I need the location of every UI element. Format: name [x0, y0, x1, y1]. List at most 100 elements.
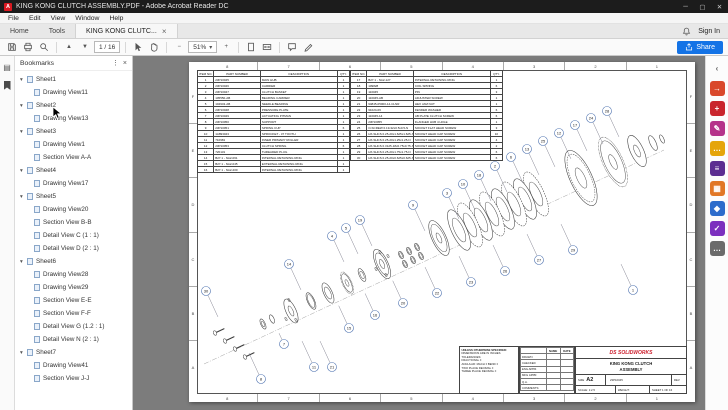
zoom-out-icon[interactable]: − [172, 40, 186, 54]
fit-width-icon[interactable] [260, 40, 274, 54]
edit-pdf-tool[interactable]: ✎ [709, 121, 725, 136]
chevron-down-icon[interactable]: ▾ [20, 103, 27, 109]
close-button[interactable]: ✕ [711, 0, 728, 13]
bookmark-view-item[interactable]: Drawing View28 [15, 268, 132, 281]
notification-bell-icon[interactable] [682, 27, 691, 36]
zoom-in-icon[interactable]: + [219, 40, 233, 54]
approvals-table: NAME DATE DRAWN CHECKED ENG APPR. MFG APPR. Q.… [520, 346, 575, 392]
title-block-main: DS SOLIDWORKS KING KONG CLUTCH ASSEMBLY … [575, 346, 687, 394]
bookmark-label: Section View F-F [43, 310, 91, 317]
bookmark-view-item[interactable]: Detail View N (2 : 1) [15, 333, 132, 346]
zone-label: A [689, 364, 693, 370]
fill-sign-tool[interactable]: ✓ [709, 221, 725, 236]
organize-pages-tool[interactable]: ▦ [709, 181, 725, 196]
combine-files-tool[interactable]: ≡ [709, 161, 725, 176]
bookmark-icon [34, 141, 40, 148]
bookmark-sheet-item[interactable]: ▾ Sheet2 [15, 99, 132, 112]
menu-item-file[interactable]: File [3, 15, 24, 22]
bookmark-view-item[interactable]: Section View F-F [15, 307, 132, 320]
bookmark-icon [27, 102, 33, 109]
export-pdf-tool[interactable]: → [709, 81, 725, 96]
bookmark-view-item[interactable]: Detail View D (2 : 1) [15, 242, 132, 255]
sheet-cell: SHEET 1 OF 16 [652, 387, 673, 392]
bookmark-sheet-item[interactable]: ▾ Sheet4 [15, 164, 132, 177]
more-tools[interactable]: … [709, 241, 725, 256]
bookmark-sheet-item[interactable]: ▾ Sheet6 [15, 255, 132, 268]
previous-page-icon[interactable]: ▲ [62, 40, 76, 54]
bookmark-icon [27, 128, 33, 135]
next-page-icon[interactable]: ▼ [78, 40, 92, 54]
menu-item-help[interactable]: Help [104, 15, 128, 22]
zone-label: 4 [443, 394, 504, 402]
chevron-down-icon[interactable]: ▾ [20, 168, 27, 174]
tab-document[interactable]: KING KONG CLUTC... × [75, 24, 178, 38]
save-icon[interactable] [5, 40, 19, 54]
zone-label: E [687, 124, 695, 179]
approvals-row: COMMENTS: [520, 384, 575, 392]
bookmark-view-item[interactable]: Drawing View41 [15, 359, 132, 372]
bookmark-view-item[interactable]: Detail View C (1 : 1) [15, 229, 132, 242]
bookmark-view-item[interactable]: Drawing View29 [15, 281, 132, 294]
print-icon[interactable] [21, 40, 35, 54]
menu-item-window[interactable]: Window [70, 15, 104, 22]
bookmark-icon [34, 375, 40, 382]
bookmark-view-item[interactable]: Section View E-E [15, 294, 132, 307]
bookmarks-options-icon[interactable]: ⋮ [112, 59, 119, 67]
bookmark-view-item[interactable]: Drawing View11 [15, 86, 132, 99]
bookmark-label: Drawing View17 [43, 180, 89, 187]
protect-tool[interactable]: ◆ [709, 201, 725, 216]
bookmark-view-item[interactable]: Section View B-B [15, 216, 132, 229]
document-viewer[interactable]: 87654321 87654321 FEDCBA FEDCBA ITEM NO.… [133, 56, 705, 410]
select-tool-icon[interactable] [131, 40, 145, 54]
bookmark-view-item[interactable]: Drawing View1 [15, 138, 132, 151]
zoom-level-dropdown[interactable]: 51% ▾ [188, 41, 218, 53]
bookmark-sheet-item[interactable]: ▾ Sheet3 [15, 125, 132, 138]
chevron-down-icon[interactable]: ▾ [20, 194, 27, 200]
tab-home[interactable]: Home [0, 24, 39, 38]
bookmarks-panel-icon[interactable] [3, 81, 11, 90]
bookmark-view-item[interactable]: Drawing View20 [15, 203, 132, 216]
size-cell: SIZE A2 [576, 375, 606, 385]
tab-tools[interactable]: Tools [39, 24, 75, 38]
sign-in-button[interactable]: Sign In [698, 28, 720, 35]
share-button[interactable]: Share [677, 40, 723, 54]
bookmark-sheet-item[interactable]: ▾ Sheet5 [15, 190, 132, 203]
zone-numbers-bottom: 8765432 1 [197, 394, 687, 402]
comment-icon[interactable] [285, 40, 299, 54]
bookmark-view-item[interactable]: Section View A-A [15, 151, 132, 164]
bookmarks-list: ▾ Sheet1 Drawing View11 ▾ Sheet2 Drawing View… [15, 71, 132, 410]
bookmark-view-item[interactable]: Detail View G (1.2 : 1) [15, 320, 132, 333]
bookmark-sheet-item[interactable]: ▾ Sheet1 [15, 73, 132, 86]
chevron-down-icon[interactable]: ▾ [20, 259, 27, 265]
bookmark-sheet-item[interactable]: ▾ Sheet7 [15, 346, 132, 359]
collapse-panel-icon[interactable]: ‹ [710, 61, 725, 76]
chevron-down-icon[interactable]: ▾ [20, 77, 27, 83]
page-number-input[interactable]: 1 / 16 [94, 41, 121, 53]
bookmark-view-item[interactable]: Drawing View17 [15, 177, 132, 190]
create-pdf-tool[interactable]: + [709, 101, 725, 116]
zone-label: 6 [320, 394, 382, 402]
maximize-button[interactable]: ▢ [694, 0, 711, 13]
menu-item-edit[interactable]: Edit [24, 15, 46, 22]
zone-label: 2 [565, 394, 627, 402]
bookmarks-close-icon[interactable]: × [123, 60, 127, 67]
chevron-down-icon[interactable]: ▾ [20, 129, 27, 135]
comment-tool[interactable]: … [709, 141, 725, 156]
tab-close-icon[interactable]: × [162, 27, 167, 36]
dwg-no-cell: 23P10045 [606, 375, 672, 385]
search-icon[interactable] [37, 40, 51, 54]
minimize-button[interactable]: ─ [677, 0, 694, 13]
solidworks-logo-text: SOLIDWORKS [618, 349, 653, 356]
chevron-down-icon[interactable]: ▾ [20, 350, 27, 356]
bookmark-label: Section View A-A [43, 154, 92, 161]
signature-pen-icon[interactable] [301, 40, 315, 54]
menu-item-view[interactable]: View [46, 15, 71, 22]
page-thumbnails-panel-icon[interactable]: ▤ [3, 63, 12, 72]
bookmark-label: Section View B-B [43, 219, 92, 226]
bookmark-view-item[interactable]: Section View J-J [15, 372, 132, 385]
hand-tool-icon[interactable] [147, 40, 161, 54]
zone-label: D [687, 178, 695, 233]
fit-page-icon[interactable] [244, 40, 258, 54]
zone-label: C [189, 233, 197, 287]
bookmark-view-item[interactable]: Drawing View13 [15, 112, 132, 125]
